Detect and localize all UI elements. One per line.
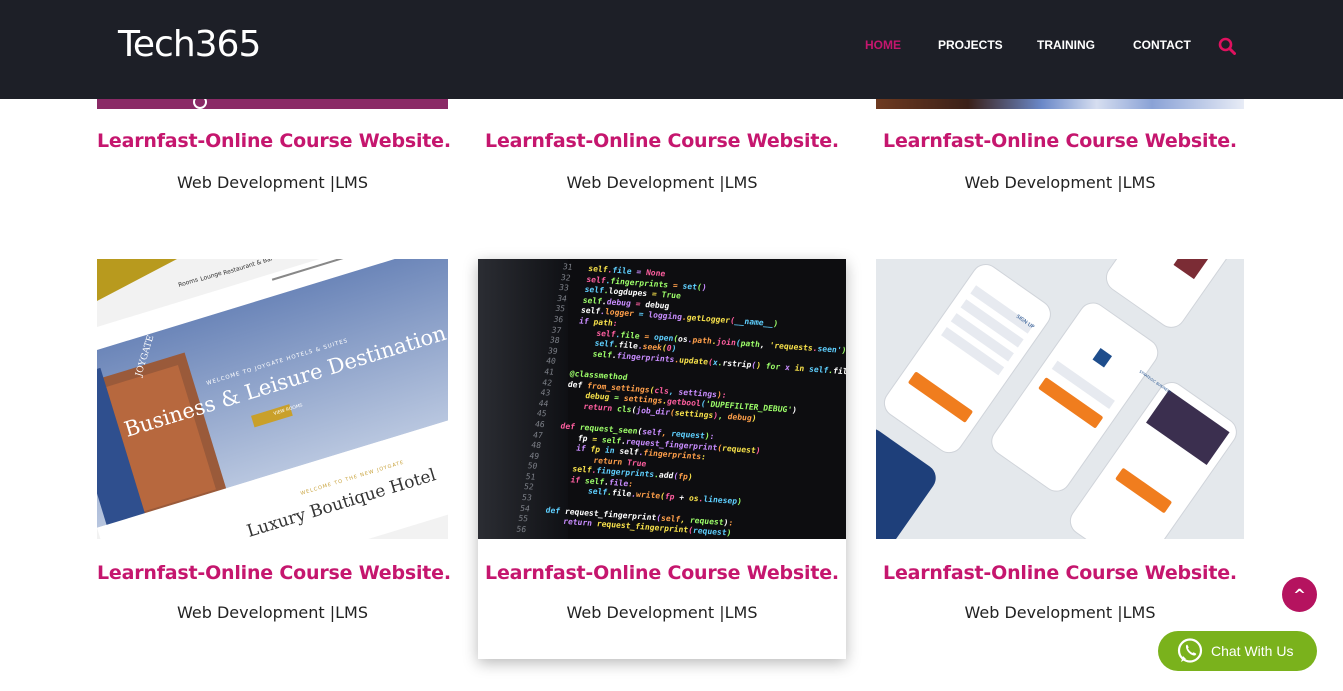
project-card-hovered[interactable]: 31 32 33 34 35 36 37 38 39 40 41 42 43 44 45 46 47 48 49 50… — [478, 259, 846, 659]
project-thumb-remnant-1 — [97, 99, 448, 109]
project-card[interactable]: Learnfast-Online Course Website. Web Dev… — [478, 130, 846, 200]
project-category: Web Development |LMS — [566, 173, 758, 192]
project-title[interactable]: Learnfast-Online Course Website. — [876, 562, 1244, 584]
project-title[interactable]: Learnfast-Online Course Website. — [478, 562, 846, 584]
site-header: Tech365 HOME PROJECTS TRAINING CONTACT — [0, 0, 1343, 99]
whatsapp-icon — [1177, 638, 1203, 663]
project-title[interactable]: Learnfast-Online Course Website. — [876, 130, 1244, 152]
search-icon[interactable] — [1218, 37, 1236, 55]
back-to-top-button[interactable]: ^ — [1282, 577, 1317, 612]
chevron-up-icon: ^ — [1293, 586, 1306, 604]
nav-home[interactable]: HOME — [865, 38, 901, 52]
nav-training[interactable]: TRAINING — [1037, 38, 1095, 52]
project-card[interactable]: Rooms Lounge Restaurant & Bar JOYGATE WE… — [97, 259, 451, 629]
mobile-app-mockup-image: SIGN UP STRATEGIC BUSINESS — [876, 259, 1237, 539]
project-thumbnail-code[interactable]: 31 32 33 34 35 36 37 38 39 40 41 42 43 44 45 46 47 48 49 50… — [478, 259, 846, 539]
project-category: Web Development |LMS — [964, 603, 1156, 622]
code-editor-image: 31 32 33 34 35 36 37 38 39 40 41 42 43 44 45 46 47 48 49 50… — [478, 259, 846, 539]
project-card[interactable]: Learnfast-Online Course Website. Web Dev… — [876, 130, 1244, 200]
project-category: Web Development |LMS — [176, 603, 369, 622]
project-title[interactable]: Learnfast-Online Course Website. — [97, 130, 451, 152]
site-logo[interactable]: Tech365 — [118, 24, 261, 65]
thumb-brand: STRATEGIC BUSINESS — [1138, 370, 1172, 395]
project-title[interactable]: Learnfast-Online Course Website. — [97, 562, 451, 584]
project-category: Web Development |LMS — [964, 173, 1156, 192]
chat-with-us-button[interactable]: Chat With Us — [1158, 631, 1317, 671]
project-thumb-remnant-3 — [876, 99, 1244, 109]
project-thumbnail-hotel[interactable]: Rooms Lounge Restaurant & Bar JOYGATE WE… — [97, 259, 448, 539]
chat-label: Chat With Us — [1211, 643, 1294, 659]
project-card[interactable]: Learnfast-Online Course Website. Web Dev… — [97, 130, 451, 200]
nav-projects[interactable]: PROJECTS — [938, 38, 1003, 52]
project-card[interactable]: SIGN UP STRATEGIC BUSINESS Learnfast-Onl… — [876, 259, 1244, 629]
code-line-number: 56 — [515, 524, 527, 535]
nav-contact[interactable]: CONTACT — [1133, 38, 1191, 52]
project-category: Web Development |LMS — [176, 173, 369, 192]
project-title[interactable]: Learnfast-Online Course Website. — [478, 130, 846, 152]
project-category: Web Development |LMS — [566, 603, 758, 622]
project-thumbnail-mobile-app[interactable]: SIGN UP STRATEGIC BUSINESS — [876, 259, 1244, 539]
hotel-screenshot-image: Rooms Lounge Restaurant & Bar JOYGATE WE… — [97, 259, 448, 539]
